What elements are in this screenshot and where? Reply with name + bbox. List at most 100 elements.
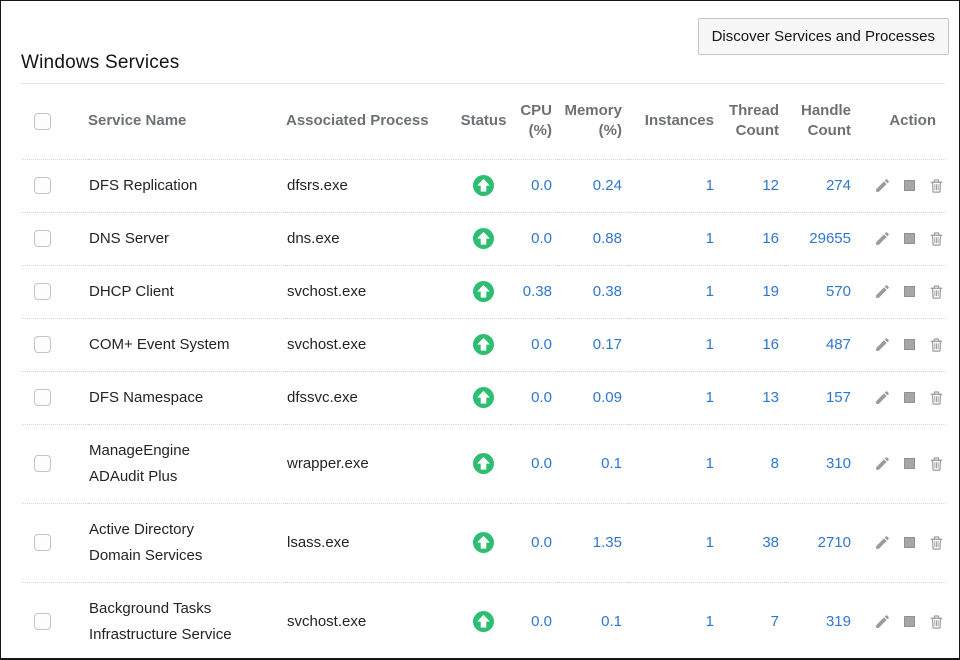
discover-services-button[interactable]: Discover Services and Processes bbox=[698, 18, 949, 55]
thread-count-value[interactable]: 16 bbox=[720, 212, 785, 265]
delete-trash-icon[interactable] bbox=[928, 455, 945, 473]
status-running-icon bbox=[473, 387, 494, 408]
col-header-service-name[interactable]: Service Name bbox=[88, 84, 286, 159]
handle-count-value[interactable]: 310 bbox=[785, 424, 857, 503]
thread-count-value[interactable]: 19 bbox=[720, 265, 785, 318]
handle-count-value[interactable]: 2710 bbox=[785, 503, 857, 582]
handle-count-value[interactable]: 29655 bbox=[785, 212, 857, 265]
status-running-icon bbox=[473, 532, 494, 553]
col-header-memory[interactable]: Memory (%) bbox=[558, 84, 628, 159]
edit-pencil-icon[interactable] bbox=[874, 455, 891, 472]
memory-value[interactable]: 0.88 bbox=[558, 212, 628, 265]
col-header-instances[interactable]: Instances bbox=[628, 84, 720, 159]
thread-count-value[interactable]: 13 bbox=[720, 371, 785, 424]
cpu-value[interactable]: 0.0 bbox=[511, 318, 558, 371]
thread-count-value[interactable]: 16 bbox=[720, 318, 785, 371]
edit-pencil-icon[interactable] bbox=[874, 336, 891, 353]
row-select-checkbox[interactable] bbox=[34, 336, 51, 353]
stop-square-icon[interactable] bbox=[904, 458, 915, 469]
cpu-value[interactable]: 0.0 bbox=[511, 371, 558, 424]
table-row: DFS Replication dfsrs.exe 0.0 0.24 1 12 … bbox=[21, 159, 946, 212]
instances-value[interactable]: 1 bbox=[628, 159, 720, 212]
handle-count-value[interactable]: 570 bbox=[785, 265, 857, 318]
select-all-checkbox[interactable] bbox=[34, 113, 51, 130]
col-header-status[interactable]: Status bbox=[456, 84, 511, 159]
memory-value[interactable]: 0.38 bbox=[558, 265, 628, 318]
stop-square-icon[interactable] bbox=[904, 339, 915, 350]
memory-value[interactable]: 0.24 bbox=[558, 159, 628, 212]
thread-count-value[interactable]: 12 bbox=[720, 159, 785, 212]
delete-trash-icon[interactable] bbox=[928, 613, 945, 631]
stop-square-icon[interactable] bbox=[904, 537, 915, 548]
associated-process-cell: dns.exe bbox=[286, 212, 456, 265]
stop-square-icon[interactable] bbox=[904, 233, 915, 244]
edit-pencil-icon[interactable] bbox=[874, 177, 891, 194]
instances-value[interactable]: 1 bbox=[628, 212, 720, 265]
handle-count-value[interactable]: 487 bbox=[785, 318, 857, 371]
row-select-checkbox[interactable] bbox=[34, 177, 51, 194]
instances-value[interactable]: 1 bbox=[628, 318, 720, 371]
services-table: Service Name Associated Process Status C… bbox=[21, 84, 946, 660]
cpu-value[interactable]: 0.0 bbox=[511, 503, 558, 582]
instances-value[interactable]: 1 bbox=[628, 371, 720, 424]
handle-count-value[interactable]: 274 bbox=[785, 159, 857, 212]
stop-square-icon[interactable] bbox=[904, 180, 915, 191]
handle-count-value[interactable]: 157 bbox=[785, 371, 857, 424]
memory-value[interactable]: 0.1 bbox=[558, 424, 628, 503]
cpu-value[interactable]: 0.0 bbox=[511, 582, 558, 660]
stop-square-icon[interactable] bbox=[904, 286, 915, 297]
instances-value[interactable]: 1 bbox=[628, 503, 720, 582]
windows-services-panel: Discover Services and Processes Windows … bbox=[0, 0, 960, 660]
table-row: ManageEngine ADAudit Plus wrapper.exe 0.… bbox=[21, 424, 946, 503]
delete-trash-icon[interactable] bbox=[928, 534, 945, 552]
stop-square-icon[interactable] bbox=[904, 392, 915, 403]
delete-trash-icon[interactable] bbox=[928, 283, 945, 301]
cpu-value[interactable]: 0.0 bbox=[511, 424, 558, 503]
memory-value[interactable]: 0.1 bbox=[558, 582, 628, 660]
thread-count-value[interactable]: 7 bbox=[720, 582, 785, 660]
delete-trash-icon[interactable] bbox=[928, 230, 945, 248]
col-header-thread-count[interactable]: Thread Count bbox=[720, 84, 785, 159]
edit-pencil-icon[interactable] bbox=[874, 230, 891, 247]
row-select-checkbox[interactable] bbox=[34, 389, 51, 406]
memory-value[interactable]: 1.35 bbox=[558, 503, 628, 582]
associated-process-cell: svchost.exe bbox=[286, 318, 456, 371]
thread-count-value[interactable]: 38 bbox=[720, 503, 785, 582]
edit-pencil-icon[interactable] bbox=[874, 613, 891, 630]
edit-pencil-icon[interactable] bbox=[874, 283, 891, 300]
row-select-checkbox[interactable] bbox=[34, 283, 51, 300]
cpu-value[interactable]: 0.0 bbox=[511, 159, 558, 212]
col-header-action: Action bbox=[857, 84, 946, 159]
associated-process-cell: dfsrs.exe bbox=[286, 159, 456, 212]
associated-process-cell: dfssvc.exe bbox=[286, 371, 456, 424]
associated-process-cell: lsass.exe bbox=[286, 503, 456, 582]
edit-pencil-icon[interactable] bbox=[874, 389, 891, 406]
delete-trash-icon[interactable] bbox=[928, 389, 945, 407]
row-select-checkbox[interactable] bbox=[34, 455, 51, 472]
status-running-icon bbox=[473, 334, 494, 355]
thread-count-value[interactable]: 8 bbox=[720, 424, 785, 503]
stop-square-icon[interactable] bbox=[904, 616, 915, 627]
edit-pencil-icon[interactable] bbox=[874, 534, 891, 551]
instances-value[interactable]: 1 bbox=[628, 424, 720, 503]
row-select-checkbox[interactable] bbox=[34, 230, 51, 247]
associated-process-cell: svchost.exe bbox=[286, 265, 456, 318]
col-header-handle-count[interactable]: Handle Count bbox=[785, 84, 857, 159]
delete-trash-icon[interactable] bbox=[928, 336, 945, 354]
instances-value[interactable]: 1 bbox=[628, 582, 720, 660]
cpu-value[interactable]: 0.0 bbox=[511, 212, 558, 265]
status-running-icon bbox=[473, 611, 494, 632]
memory-value[interactable]: 0.17 bbox=[558, 318, 628, 371]
col-header-cpu[interactable]: CPU (%) bbox=[511, 84, 558, 159]
handle-count-value[interactable]: 319 bbox=[785, 582, 857, 660]
table-header-row: Service Name Associated Process Status C… bbox=[21, 84, 946, 159]
table-row: DHCP Client svchost.exe 0.38 0.38 1 19 5… bbox=[21, 265, 946, 318]
table-row: DNS Server dns.exe 0.0 0.88 1 16 29655 bbox=[21, 212, 946, 265]
delete-trash-icon[interactable] bbox=[928, 177, 945, 195]
cpu-value[interactable]: 0.38 bbox=[511, 265, 558, 318]
row-select-checkbox[interactable] bbox=[34, 613, 51, 630]
row-select-checkbox[interactable] bbox=[34, 534, 51, 551]
instances-value[interactable]: 1 bbox=[628, 265, 720, 318]
col-header-associated-process[interactable]: Associated Process bbox=[286, 84, 456, 159]
memory-value[interactable]: 0.09 bbox=[558, 371, 628, 424]
